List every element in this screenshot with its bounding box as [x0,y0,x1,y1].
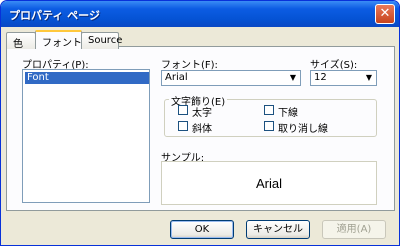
title-bar[interactable]: プロパティ ページ ✕ [1,1,399,27]
size-select-value: 12 [314,72,327,83]
tab-color[interactable]: 色 [6,32,36,50]
underline-checkbox[interactable] [264,105,274,115]
list-item[interactable]: Font [25,72,149,84]
font-select[interactable]: Arial ▼ [161,70,301,86]
bold-label: 太字 [192,108,212,119]
sample-text: Arial [255,176,282,191]
size-select[interactable]: 12 ▼ [310,70,377,86]
ok-button[interactable]: OK [170,220,234,239]
size-label: サイズ(S): [310,60,358,71]
apply-button[interactable]: 適用(A) [322,220,386,239]
property-page-dialog: プロパティ ページ ✕ 色 フォント Source プロパティ(P): Font… [0,0,400,246]
bold-checkbox[interactable] [178,105,188,115]
window-title: プロパティ ページ [9,9,100,22]
tab-source[interactable]: Source [81,32,122,49]
chevron-down-icon[interactable]: ▼ [287,72,299,84]
close-button[interactable]: ✕ [375,4,395,24]
strikeout-label: 取り消し線 [278,124,328,135]
sample-preview: Arial [161,161,377,205]
tab-font[interactable]: フォント [35,30,82,49]
strikeout-checkbox[interactable] [264,121,274,131]
chevron-down-icon[interactable]: ▼ [363,72,375,84]
cancel-button[interactable]: キャンセル [246,220,310,239]
font-label: フォント(F): [161,60,218,71]
property-listbox[interactable]: Font [22,69,150,203]
italic-label: 斜体 [192,124,212,135]
font-select-value: Arial [165,72,188,83]
italic-checkbox[interactable] [178,121,188,131]
underline-label: 下線 [278,108,298,119]
close-icon: ✕ [379,6,391,21]
